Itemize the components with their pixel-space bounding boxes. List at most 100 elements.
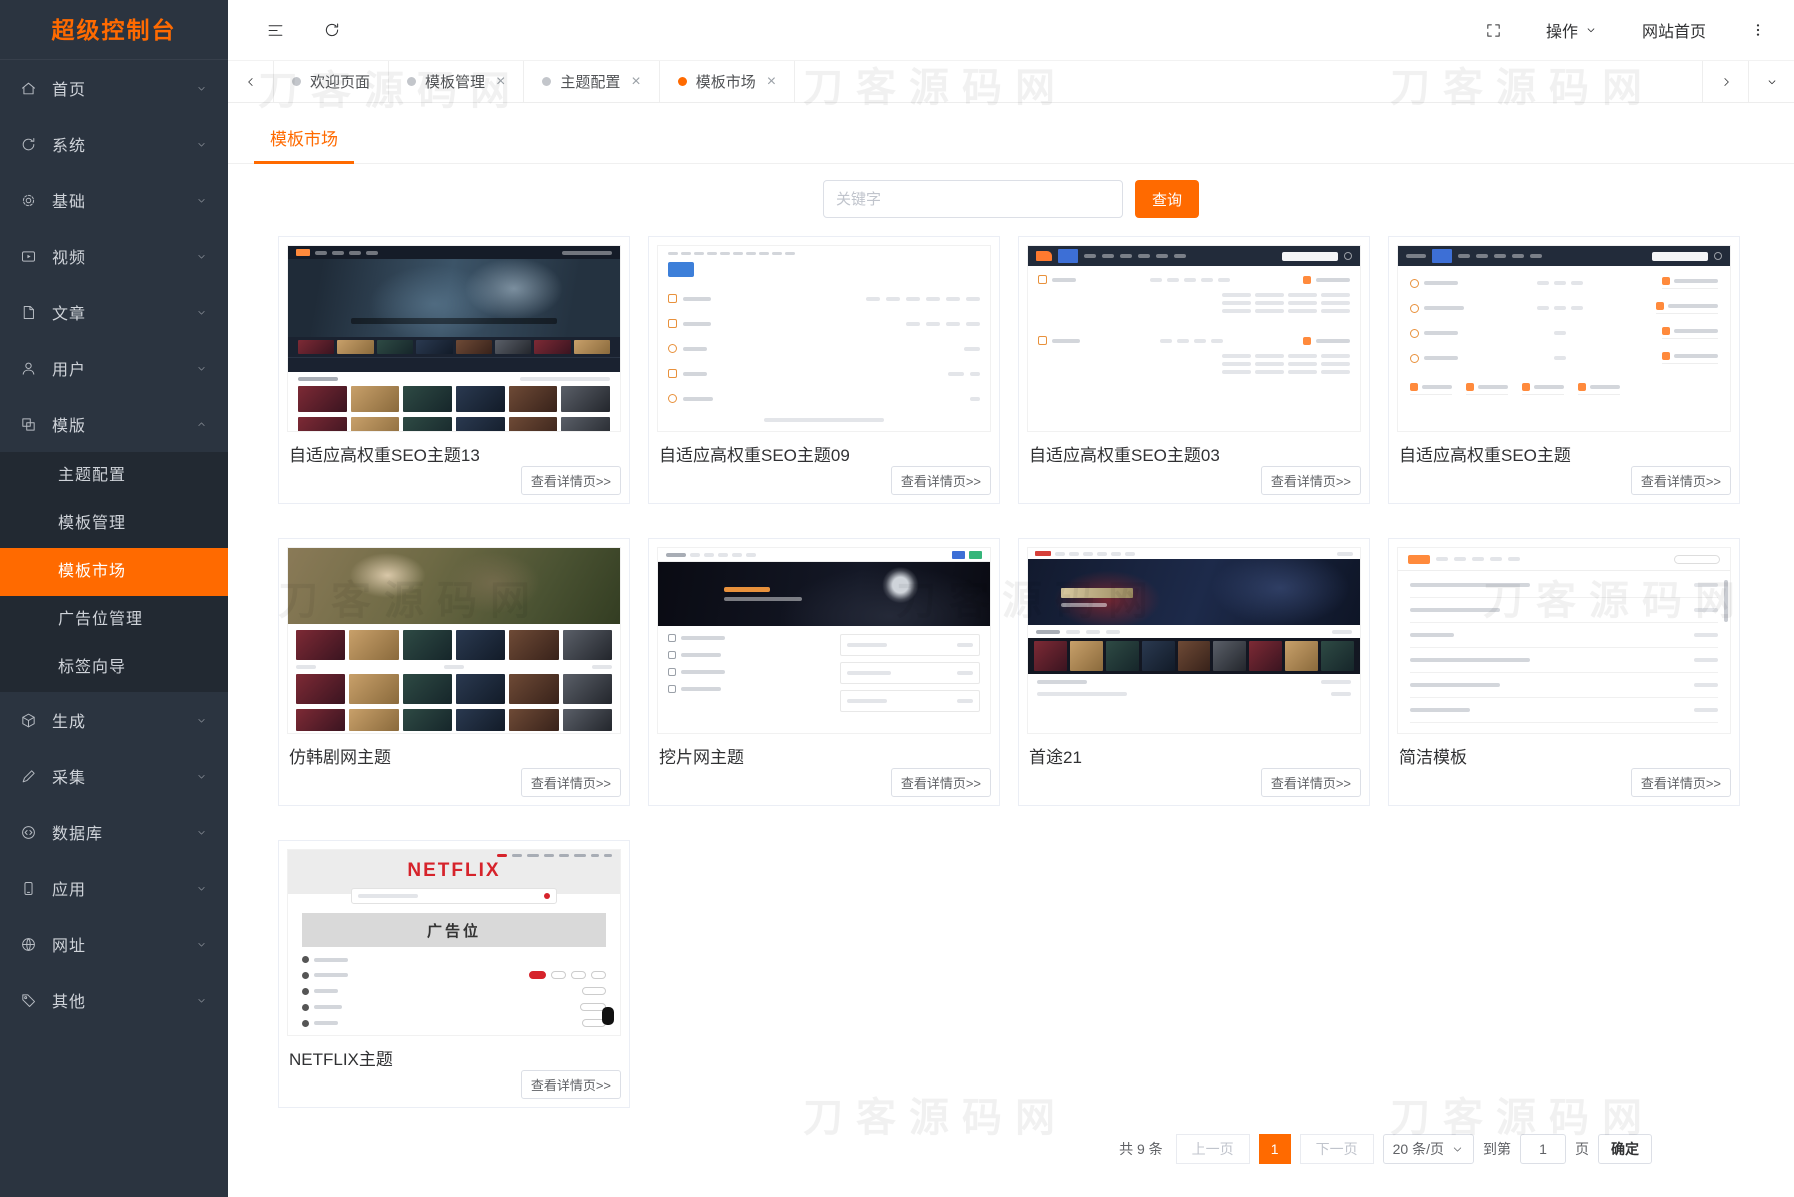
sidebar-item-collect[interactable]: 采集	[0, 748, 228, 804]
tabs-scroll-left[interactable]	[228, 61, 274, 102]
sidebar-sub-template-manage[interactable]: 模板管理	[0, 500, 228, 548]
home-icon	[20, 80, 38, 97]
sidebar-sub-ad-manage[interactable]: 广告位管理	[0, 596, 228, 644]
tab-template-manage[interactable]: 模板管理 ×	[389, 61, 524, 102]
template-thumbnail	[287, 547, 621, 734]
tab-template-market[interactable]: 模板市场 ×	[660, 61, 795, 102]
template-thumbnail: NETFLIX 广告位	[287, 849, 621, 1036]
sidebar: 超级控制台 首页 系统 基础 视频 文章 用户 模版 主题配置 模板管理 模板市…	[0, 0, 228, 1197]
chevron-down-icon	[195, 138, 208, 151]
page-tabs: 模板市场	[228, 125, 1794, 164]
current-page[interactable]: 1	[1259, 1134, 1291, 1164]
main-area: 操作 网站首页 欢迎页面 模板管理 × 主题配置 × 模板市场 ×	[228, 0, 1794, 1197]
topbar: 操作 网站首页	[228, 0, 1794, 60]
search-button[interactable]: 查询	[1135, 180, 1199, 218]
close-icon[interactable]: ×	[631, 74, 640, 90]
view-detail-button[interactable]: 查看详情页>>	[1631, 768, 1731, 797]
sidebar-item-url[interactable]: 网址	[0, 916, 228, 972]
template-title: NETFLIX主题	[287, 1045, 621, 1070]
search-input[interactable]	[823, 180, 1123, 218]
sidebar-submenu-template: 主题配置 模板管理 模板市场 广告位管理 标签向导	[0, 452, 228, 692]
sidebar-item-article[interactable]: 文章	[0, 284, 228, 340]
sidebar-item-video[interactable]: 视频	[0, 228, 228, 284]
sidebar-item-home[interactable]: 首页	[0, 60, 228, 116]
template-title: 挖片网主题	[657, 743, 991, 768]
tab-theme-config[interactable]: 主题配置 ×	[524, 61, 659, 102]
template-title: 自适应高权重SEO主题13	[287, 441, 621, 466]
chevron-down-icon	[195, 994, 208, 1007]
view-detail-button[interactable]: 查看详情页>>	[891, 466, 991, 495]
tabs-scroll-right[interactable]	[1702, 61, 1748, 102]
actions-dropdown[interactable]: 操作	[1546, 18, 1598, 42]
template-icon	[20, 416, 38, 433]
sidebar-item-app[interactable]: 应用	[0, 860, 228, 916]
sidebar-item-user[interactable]: 用户	[0, 340, 228, 396]
template-title: 自适应高权重SEO主题03	[1027, 441, 1361, 466]
next-page-button[interactable]: 下一页	[1300, 1134, 1374, 1164]
chevron-down-icon	[195, 826, 208, 839]
goto-prefix: 到第	[1483, 1139, 1511, 1159]
tab-dot	[292, 77, 301, 86]
sidebar-item-system[interactable]: 系统	[0, 116, 228, 172]
pagination: 共 9 条 上一页 1 下一页 20 条/页 到第 页 确定	[228, 1134, 1794, 1164]
template-thumbnail	[1027, 547, 1361, 734]
chevron-down-icon	[195, 714, 208, 727]
tabbar: 欢迎页面 模板管理 × 主题配置 × 模板市场 ×	[228, 60, 1794, 103]
more-vertical-icon[interactable]	[1750, 22, 1766, 38]
per-page-select[interactable]: 20 条/页	[1383, 1134, 1474, 1164]
confirm-button[interactable]: 确定	[1598, 1134, 1652, 1164]
template-title: 自适应高权重SEO主题	[1397, 441, 1731, 466]
view-detail-button[interactable]: 查看详情页>>	[521, 768, 621, 797]
close-icon[interactable]: ×	[496, 74, 505, 90]
tab-dot	[678, 77, 687, 86]
template-thumbnail	[1397, 547, 1731, 734]
site-home-link[interactable]: 网站首页	[1642, 18, 1706, 42]
template-grid: 自适应高权重SEO主题13 查看详情页>> 自适应高权重SEO主题09 查看详情…	[278, 236, 1750, 1108]
goto-suffix: 页	[1575, 1139, 1589, 1159]
template-card: 首途21 查看详情页>>	[1018, 538, 1370, 806]
video-icon	[20, 248, 38, 265]
prev-page-button[interactable]: 上一页	[1176, 1134, 1250, 1164]
goto-page-input[interactable]	[1520, 1134, 1566, 1164]
tab-welcome[interactable]: 欢迎页面	[274, 61, 389, 102]
page-tab-template-market[interactable]: 模板市场	[254, 125, 354, 164]
chevron-down-icon	[195, 194, 208, 207]
refresh-icon[interactable]	[323, 21, 341, 39]
template-thumbnail	[657, 547, 991, 734]
chevron-down-icon	[195, 362, 208, 375]
sidebar-sub-theme-config[interactable]: 主题配置	[0, 452, 228, 500]
sidebar-item-generate[interactable]: 生成	[0, 692, 228, 748]
cube-icon	[20, 712, 38, 729]
view-detail-button[interactable]: 查看详情页>>	[521, 466, 621, 495]
fullscreen-icon[interactable]	[1485, 22, 1502, 39]
view-detail-button[interactable]: 查看详情页>>	[891, 768, 991, 797]
template-thumbnail	[287, 245, 621, 432]
template-title: 简洁模板	[1397, 743, 1731, 768]
chevron-down-icon	[195, 306, 208, 319]
collapse-menu-icon[interactable]	[266, 21, 285, 40]
chevron-down-icon	[1451, 1143, 1464, 1156]
template-card: 仿韩剧网主题 查看详情页>>	[278, 538, 630, 806]
template-title: 首途21	[1027, 743, 1361, 768]
view-detail-button[interactable]: 查看详情页>>	[1261, 466, 1361, 495]
sidebar-item-basic[interactable]: 基础	[0, 172, 228, 228]
template-card: 自适应高权重SEO主题13 查看详情页>>	[278, 236, 630, 504]
sidebar-item-database[interactable]: 数据库	[0, 804, 228, 860]
template-card: 自适应高权重SEO主题03 查看详情页>>	[1018, 236, 1370, 504]
sidebar-item-template[interactable]: 模版	[0, 396, 228, 452]
sidebar-sub-tag-wizard[interactable]: 标签向导	[0, 644, 228, 692]
view-detail-button[interactable]: 查看详情页>>	[521, 1070, 621, 1099]
sidebar-sub-template-market[interactable]: 模板市场	[0, 548, 228, 596]
gear-icon	[20, 192, 38, 209]
netflix-logo: NETFLIX	[288, 860, 620, 882]
close-icon[interactable]: ×	[767, 74, 776, 90]
view-detail-button[interactable]: 查看详情页>>	[1631, 466, 1731, 495]
chevron-up-icon	[195, 418, 208, 431]
tabs-menu-dropdown[interactable]	[1748, 61, 1794, 102]
chevron-down-icon	[1584, 23, 1598, 37]
view-detail-button[interactable]: 查看详情页>>	[1261, 768, 1361, 797]
sidebar-item-other[interactable]: 其他	[0, 972, 228, 1028]
document-icon	[20, 304, 38, 321]
chevron-down-icon	[195, 770, 208, 783]
mobile-icon	[20, 880, 38, 897]
